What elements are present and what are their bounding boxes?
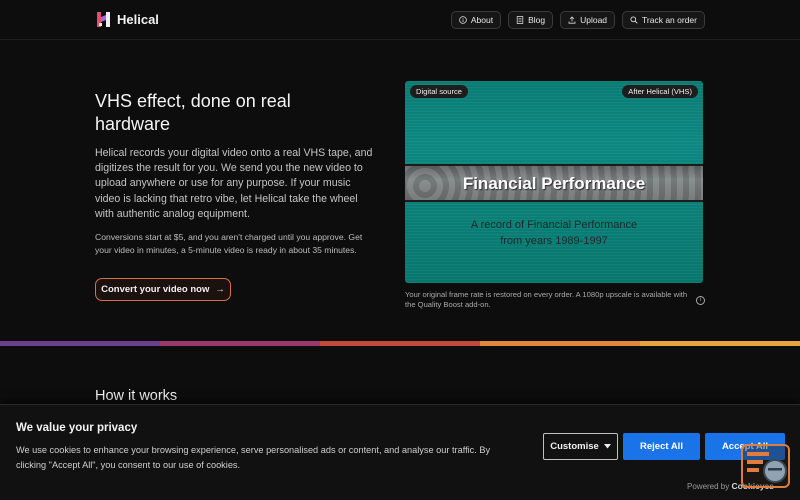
badge-after-helical: After Helical (VHS) <box>622 85 698 98</box>
powered-by-prefix: Powered by <box>687 482 730 491</box>
hero-pricing-note: Conversions start at $5, and you aren't … <box>95 232 363 255</box>
nav-blog-label: Blog <box>528 15 546 25</box>
cookie-banner: We value your privacy We use cookies to … <box>0 404 800 500</box>
brand-logo[interactable]: Helical <box>96 11 159 28</box>
top-nav: About Blog Upload Track an order <box>450 11 705 29</box>
nav-upload-button[interactable]: Upload <box>560 11 616 29</box>
site-header: Helical About Blog Upload Track an order <box>0 0 800 40</box>
video-subtitle-line-2: from years 1989-1997 <box>500 235 608 247</box>
video-caption: Your original frame rate is restored on … <box>405 290 688 309</box>
nav-track-order-label: Track an order <box>642 15 697 25</box>
arrow-right-icon: → <box>215 284 225 295</box>
nav-upload-label: Upload <box>580 15 608 25</box>
color-stripe <box>0 341 800 346</box>
upload-icon <box>568 16 576 24</box>
info-icon <box>459 16 467 24</box>
brand-name: Helical <box>117 12 159 27</box>
cookie-settings-icon <box>743 452 788 490</box>
stripe-segment <box>160 341 320 346</box>
convert-video-button[interactable]: Convert your video now → <box>95 278 231 301</box>
video-subtitle-line-1: A record of Financial Performance <box>470 219 638 231</box>
caret-down-icon <box>603 441 611 452</box>
nav-about-button[interactable]: About <box>450 11 502 29</box>
cookie-settings-button[interactable] <box>741 444 790 488</box>
document-icon <box>516 16 524 24</box>
info-icon[interactable]: i <box>696 296 705 305</box>
stripe-segment <box>0 341 160 346</box>
nav-blog-button[interactable]: Blog <box>508 11 554 29</box>
search-icon <box>630 16 638 24</box>
stripe-segment <box>480 341 640 346</box>
hero-title: VHS effect, done on real hardware <box>95 91 291 134</box>
cookie-text: We use cookies to enhance your browsing … <box>16 445 491 470</box>
nav-track-order-button[interactable]: Track an order <box>622 11 705 29</box>
badge-digital-source: Digital source <box>410 85 469 98</box>
cookie-reject-all-button[interactable]: Reject All <box>623 433 700 460</box>
vhs-comparison-video[interactable]: Digital source After Helical (VHS) Finan… <box>405 81 703 283</box>
cookie-customise-button[interactable]: Customise <box>543 433 618 460</box>
hero-description: Helical records your digital video onto … <box>95 147 373 220</box>
helical-logo-icon <box>96 11 111 28</box>
how-it-works-title: How it works <box>95 388 178 404</box>
video-title-band: Financial Performance <box>405 164 703 202</box>
stripe-segment <box>320 341 480 346</box>
cookie-title: We value your privacy <box>16 422 138 434</box>
convert-video-label: Convert your video now <box>101 284 210 295</box>
cookie-customise-label: Customise <box>550 441 599 452</box>
video-band-title: Financial Performance <box>462 174 646 193</box>
stripe-segment <box>640 341 800 346</box>
nav-about-label: About <box>470 15 494 25</box>
